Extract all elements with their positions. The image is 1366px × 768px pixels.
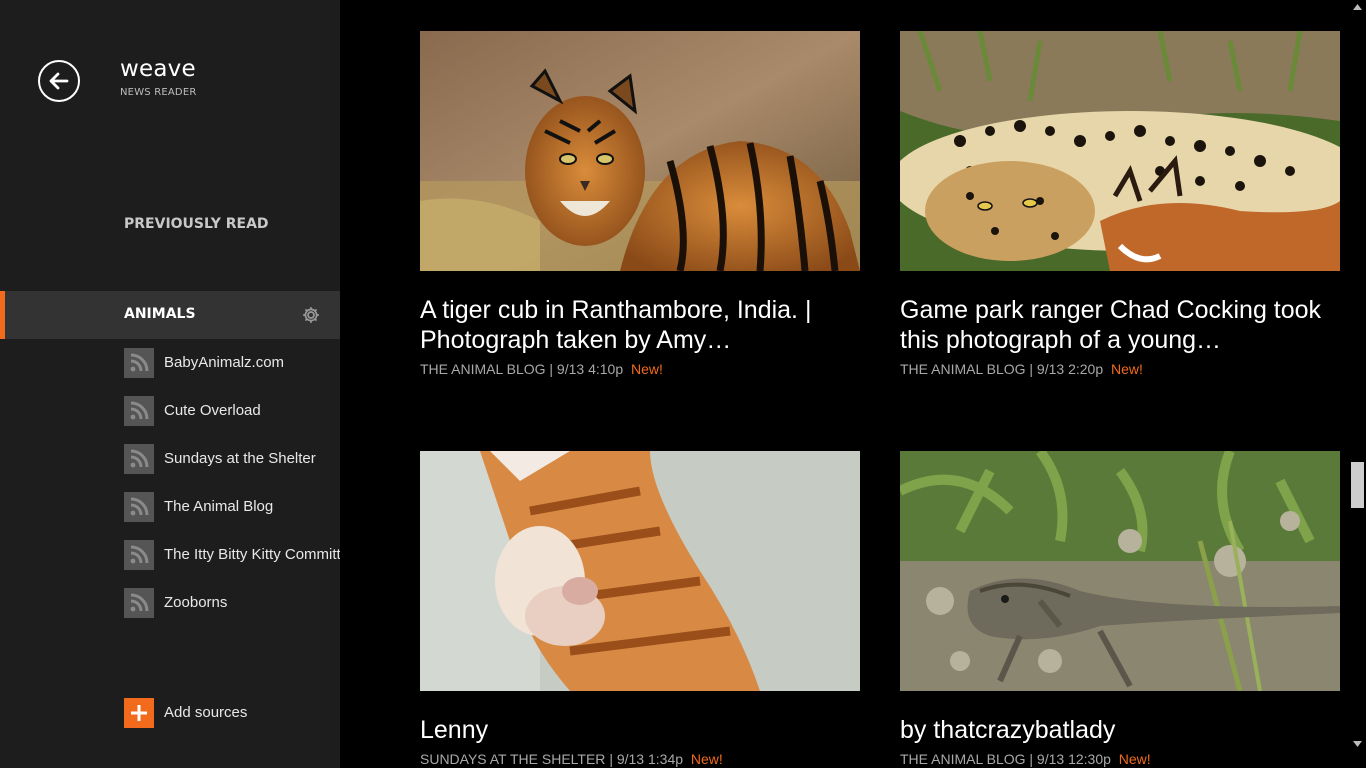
article-image-tiger	[420, 31, 860, 271]
feed-item-babyanimalz[interactable]: BabyAnimalz.com	[124, 348, 340, 380]
scroll-down-icon[interactable]	[1353, 741, 1362, 747]
feed-item-itty-bitty-kitty[interactable]: The Itty Bitty Kitty Committ	[124, 540, 340, 572]
article-title: Lenny	[420, 716, 489, 744]
feed-item-sundays-at-the-shelter[interactable]: Sundays at the Shelter	[124, 444, 340, 476]
article-source: THE ANIMAL BLOG	[900, 751, 1026, 767]
article-meta: THE ANIMAL BLOG | 9/13 4:10p New!	[420, 361, 860, 377]
previously-read-link[interactable]: PREVIOUSLY READ	[124, 216, 269, 232]
category-label: ANIMALS	[124, 306, 196, 322]
feed-label: Cute Overload	[164, 402, 261, 419]
arrow-left-icon	[49, 72, 69, 90]
app-title: weave	[120, 56, 196, 82]
article-title: A tiger cub in Ranthambore, India. | Pho…	[420, 296, 812, 354]
feed-item-cute-overload[interactable]: Cute Overload	[124, 396, 340, 428]
article-title: by thatcrazybatlady	[900, 716, 1116, 744]
article-date: | 9/13 2:20p	[1029, 361, 1104, 377]
article-grid: A tiger cub in Ranthambore, India. | Pho…	[340, 0, 1349, 768]
new-badge: New!	[690, 751, 723, 767]
rss-icon	[124, 492, 154, 522]
article-date: | 9/13 1:34p	[609, 751, 684, 767]
feed-label: Sundays at the Shelter	[164, 450, 316, 467]
add-sources-label: Add sources	[164, 704, 248, 721]
article-card[interactable]: Game park ranger Chad Cocking took this …	[900, 31, 1340, 377]
feed-label: The Itty Bitty Kitty Committ	[164, 546, 340, 563]
article-source: SUNDAYS AT THE SHELTER	[420, 751, 606, 767]
article-image-leopard	[900, 31, 1340, 271]
new-badge: New!	[631, 361, 663, 377]
feed-label: BabyAnimalz.com	[164, 354, 285, 371]
rss-icon	[124, 396, 154, 426]
article-title: Game park ranger Chad Cocking took this …	[900, 296, 1322, 354]
article-card[interactable]: by thatcrazybatlady THE ANIMAL BLOG | 9/…	[900, 451, 1340, 767]
rss-icon	[124, 348, 154, 378]
rss-icon	[124, 444, 154, 474]
new-badge: New!	[1111, 361, 1143, 377]
article-meta: SUNDAYS AT THE SHELTER | 9/13 1:34p New!	[420, 751, 860, 767]
article-card[interactable]: A tiger cub in Ranthambore, India. | Pho…	[420, 31, 860, 377]
article-image-lizard	[900, 451, 1340, 691]
rss-icon	[124, 588, 154, 618]
back-button[interactable]	[38, 60, 80, 102]
feed-item-zooborns[interactable]: Zooborns	[124, 588, 340, 620]
scroll-up-icon[interactable]	[1353, 4, 1362, 10]
article-source: THE ANIMAL BLOG	[900, 361, 1026, 377]
rss-icon	[124, 540, 154, 570]
article-date: | 9/13 12:30p	[1029, 751, 1111, 767]
plus-icon	[124, 698, 154, 728]
article-source: THE ANIMAL BLOG	[420, 361, 546, 377]
article-meta: THE ANIMAL BLOG | 9/13 12:30p New!	[900, 751, 1340, 767]
vertical-scrollbar[interactable]	[1349, 0, 1366, 768]
sidebar: weave NEWS READER PREVIOUSLY READ ANIMAL…	[0, 0, 340, 768]
feed-label: Zooborns	[164, 594, 228, 611]
article-image-cat	[420, 451, 860, 691]
article-meta: THE ANIMAL BLOG | 9/13 2:20p New!	[900, 361, 1340, 377]
article-card[interactable]: Lenny SUNDAYS AT THE SHELTER | 9/13 1:34…	[420, 451, 860, 767]
feed-item-the-animal-blog[interactable]: The Animal Blog	[124, 492, 340, 524]
app-subtitle: NEWS READER	[120, 87, 197, 98]
new-badge: New!	[1118, 751, 1151, 767]
scrollbar-thumb[interactable]	[1351, 462, 1364, 508]
category-animals[interactable]: ANIMALS	[0, 291, 340, 339]
selection-accent	[0, 291, 5, 339]
add-sources-button[interactable]: Add sources	[124, 698, 324, 728]
feed-label: The Animal Blog	[164, 498, 274, 515]
article-date: | 9/13 4:10p	[549, 361, 624, 377]
gear-icon[interactable]	[302, 306, 320, 324]
